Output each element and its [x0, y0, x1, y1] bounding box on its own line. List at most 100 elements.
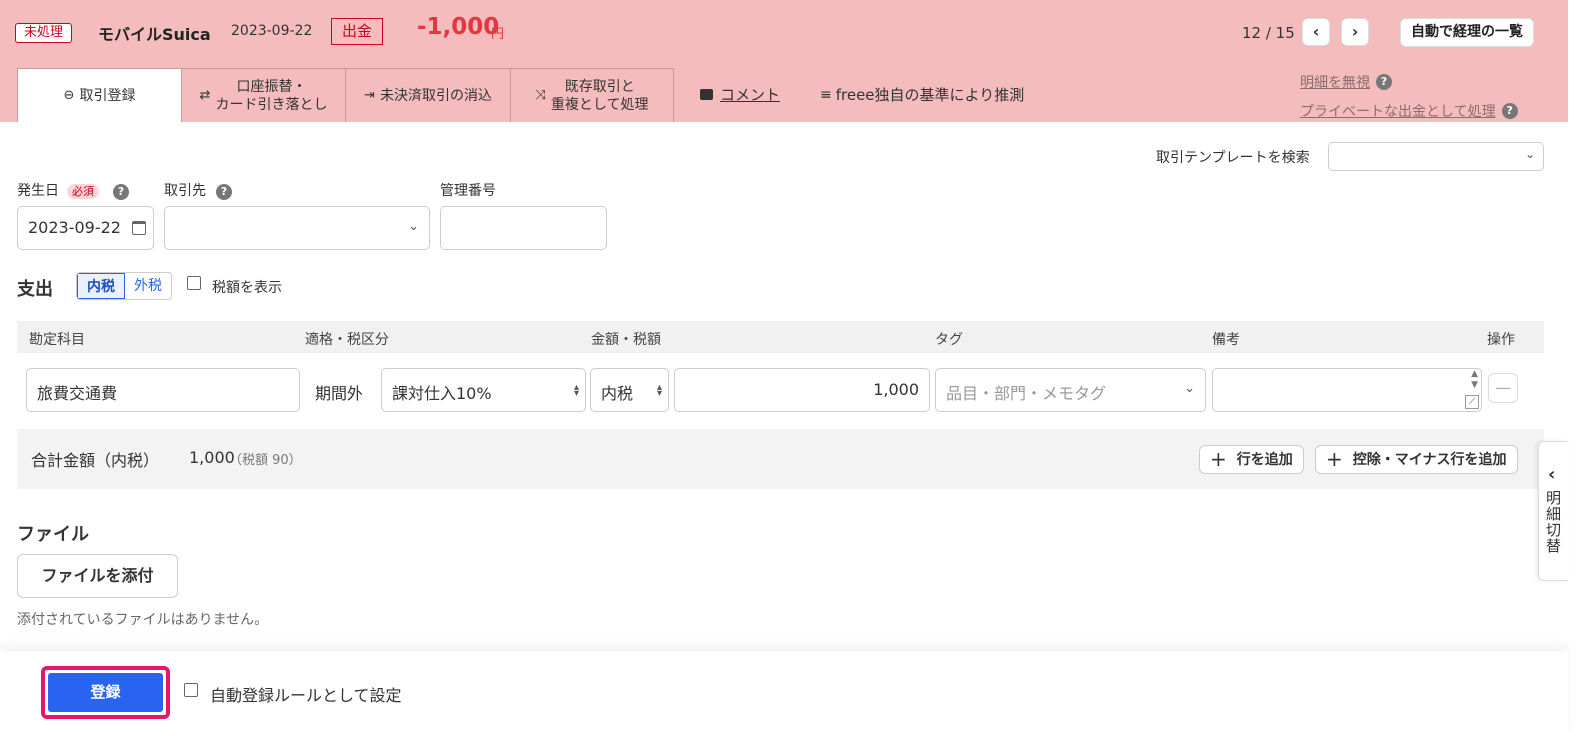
tax-exclusive-button[interactable]: 外税 [125, 273, 171, 299]
required-badge: 必須 [67, 184, 99, 199]
amount-input[interactable]: 1,000 [674, 368, 930, 412]
updown-icon: ▴ ▾ [656, 382, 662, 399]
side-tab-char: 明 [1546, 489, 1562, 507]
tax-inclusive-button[interactable]: 内税 [77, 273, 125, 299]
tab-transfer-label-1: 口座振替・ [236, 78, 307, 95]
date-label-text: 発生日 [17, 183, 59, 199]
ignore-link[interactable]: 明細を無視? [1300, 72, 1392, 92]
plus-icon: + [1210, 447, 1227, 471]
col-amount: 金額・税額 [591, 332, 661, 348]
amount-unit: 円 [491, 27, 505, 42]
date-label: 発生日 必須? [17, 180, 129, 200]
tax-mode-toggle: 内税 外税 [76, 272, 172, 300]
col-action: 操作 [1487, 332, 1515, 348]
tax-category-value: 課対仕入10% [392, 384, 492, 403]
tab-duplicate-label-2: 重複として処理 [550, 96, 649, 113]
minus-circle-icon: ⊖ [63, 87, 75, 103]
prev-button[interactable]: ‹ [1302, 18, 1330, 46]
tab-register[interactable]: ⊖ 取引登録 [17, 68, 182, 122]
plus-icon: + [1326, 447, 1343, 471]
no-file-text: 添付されているファイルはありません。 [17, 612, 269, 628]
partner-select[interactable]: ⌄ [164, 206, 430, 250]
account-value: 旅費交通費 [37, 384, 118, 403]
partner-label-text: 取引先 [164, 183, 206, 199]
amount-value: 1,000 [873, 380, 919, 399]
checklist-icon: ≡ [820, 86, 832, 103]
comment-link-label: コメント [720, 86, 781, 104]
side-tab-char: 細 [1546, 505, 1562, 523]
swap-arrows-icon: ⇄ [199, 87, 211, 103]
add-deduction-label: 控除・マイナス行を追加 [1352, 452, 1507, 468]
status-badge: 未処理 [15, 23, 73, 43]
chevron-down-icon: ⌄ [408, 219, 419, 234]
help-icon: ? [216, 184, 232, 200]
register-button-highlight: 登録 [41, 666, 170, 719]
qualified-text: 期間外 [315, 384, 364, 403]
template-search-select[interactable]: ⌄ [1328, 142, 1544, 171]
split-arrows-icon: ⤨ [535, 87, 546, 103]
template-search-label: 取引テンプレートを検索 [1156, 150, 1310, 166]
chevron-left-icon: ‹ [1548, 464, 1556, 485]
side-tab-label: 明 細 切 替 [1546, 490, 1561, 554]
tax-mode-select[interactable]: 内税 ▴ ▾ [590, 368, 669, 412]
tab-register-label: 取引登録 [79, 87, 136, 104]
resize-handle-icon[interactable]: ⟋ [1465, 395, 1479, 409]
calendar-icon[interactable] [132, 221, 146, 235]
add-row-button[interactable]: + 行を追加 [1199, 445, 1304, 474]
total-amount: 1,000 [189, 448, 235, 467]
date-value: 2023-09-22 [28, 218, 121, 237]
private-link[interactable]: プライベートな出金として処理? [1300, 101, 1518, 121]
tab-transfer-label-2: カード引き落とし [215, 96, 328, 113]
ignore-link-label: 明細を無視 [1300, 75, 1370, 91]
tab-clear-unsettled[interactable]: ⇥ 未決済取引の消込 [345, 68, 511, 122]
private-link-label: プライベートな出金として処理 [1300, 104, 1496, 120]
pager-text: 12 / 15 [1242, 24, 1295, 42]
add-row-label: 行を追加 [1236, 452, 1293, 468]
estimate-info: ≡ freee独自の基準により推測 [820, 84, 1024, 105]
merge-arrows-icon: ⇥ [364, 87, 375, 103]
next-button[interactable]: › [1341, 18, 1369, 46]
statement-header: 未処理 モバイルSuica 2023-09-22 出金 -1,000 円 12 … [0, 0, 1568, 122]
updown-icon: ▴ ▾ [573, 382, 579, 399]
show-tax-label: 税額を表示 [212, 280, 282, 296]
mgmt-number-input[interactable] [440, 206, 607, 250]
col-note: 備考 [1212, 332, 1240, 348]
estimate-label: freee独自の基準により推測 [835, 86, 1025, 104]
tab-duplicate[interactable]: ⤨ 既存取引と 重複として処理 [510, 68, 674, 122]
tag-placeholder: 品目・部門・メモタグ [946, 384, 1107, 403]
add-deduction-row-button[interactable]: + 控除・マイナス行を追加 [1315, 445, 1518, 474]
help-icon: ? [1376, 74, 1392, 90]
minus-icon: — [1495, 378, 1511, 397]
partner-label: 取引先? [164, 180, 232, 200]
statement-date: 2023-09-22 [231, 23, 313, 39]
direction-badge: 出金 [331, 18, 384, 45]
expense-title: 支出 [17, 279, 53, 300]
comment-icon [700, 89, 713, 100]
tab-clear-label: 未決済取引の消込 [379, 87, 492, 104]
account-input[interactable]: 旅費交通費 [26, 368, 300, 412]
register-button[interactable]: 登録 [48, 673, 163, 712]
date-input[interactable]: 2023-09-22 [17, 206, 154, 250]
attach-file-button[interactable]: ファイルを添付 [17, 554, 178, 598]
chevron-left-icon: ‹ [1312, 22, 1320, 41]
account-name: モバイルSuica [98, 25, 211, 44]
tab-duplicate-label-1: 既存取引と [564, 78, 635, 95]
col-account: 勘定科目 [29, 332, 85, 348]
col-tax-category: 適格・税区分 [305, 332, 389, 348]
chevron-down-icon: ⌄ [1184, 381, 1195, 396]
auto-list-button[interactable]: 自動で経理の一覧 [1400, 18, 1534, 47]
spinner-icon: ▲ ▼ [1471, 369, 1478, 390]
show-tax-checkbox[interactable] [187, 276, 201, 290]
note-textarea[interactable]: ▲ ▼ ⟋ [1212, 368, 1482, 412]
chevron-down-icon: ⌄ [1524, 147, 1535, 161]
comment-link[interactable]: コメント [700, 84, 780, 105]
tax-mode-value: 内税 [601, 384, 634, 403]
side-tab-char: 切 [1546, 521, 1562, 539]
tag-select[interactable]: 品目・部門・メモタグ ⌄ [935, 368, 1206, 412]
auto-rule-checkbox[interactable] [184, 683, 198, 697]
remove-row-button[interactable]: — [1488, 373, 1518, 403]
col-tag: タグ [935, 332, 963, 348]
detail-switch-tab[interactable]: ‹ 明 細 切 替 [1538, 441, 1568, 581]
tab-transfer[interactable]: ⇄ 口座振替・ カード引き落とし [181, 68, 346, 122]
tax-category-select[interactable]: 課対仕入10% ▴ ▾ [381, 368, 586, 412]
